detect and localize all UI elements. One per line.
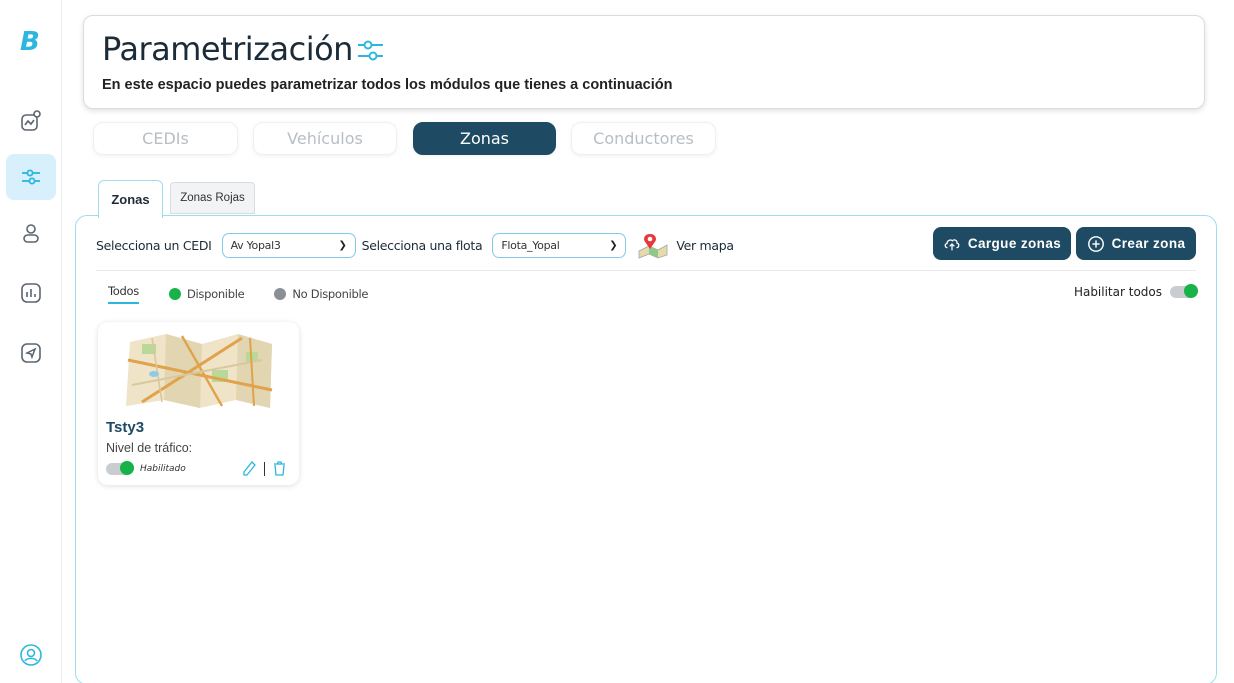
- gray-dot-icon: [274, 288, 287, 300]
- cedi-select-value: Av Yopal3: [230, 238, 281, 252]
- tab-zonas[interactable]: Zonas: [413, 122, 556, 155]
- sidebar-item-dispatch[interactable]: [6, 330, 56, 376]
- separator: [264, 461, 265, 476]
- cedi-label: Selecciona un CEDI: [96, 237, 212, 253]
- tab-cedis[interactable]: CEDIs: [93, 122, 238, 155]
- view-map-link[interactable]: Ver mapa: [676, 238, 734, 253]
- tab-conductores[interactable]: Conductores: [571, 122, 716, 155]
- send-icon: [21, 343, 41, 363]
- sidebar-profile[interactable]: [6, 632, 56, 678]
- map-pin-icon[interactable]: [636, 231, 670, 259]
- plus-circle-icon: [1087, 235, 1104, 252]
- header-card: Parametrización En este espacio puedes p…: [83, 15, 1205, 109]
- cedi-select[interactable]: Av Yopal3 ❯: [221, 232, 356, 258]
- report-chart-icon: [21, 283, 41, 303]
- profile-icon: [20, 644, 42, 666]
- zones-panel: Selecciona un CEDI Av Yopal3 ❯ Seleccion…: [75, 215, 1217, 683]
- upload-zones-button[interactable]: Cargue zonas: [933, 227, 1071, 260]
- fleet-select[interactable]: Flota_Yopal ❯: [492, 232, 627, 258]
- trash-icon[interactable]: [272, 460, 287, 477]
- zone-enabled-toggle[interactable]: [106, 461, 134, 475]
- filter-available-label: Disponible: [186, 287, 245, 301]
- filter-unavailable[interactable]: No Disponible: [274, 287, 369, 301]
- folded-map-image: [126, 334, 273, 408]
- filter-unavailable-label: No Disponible: [292, 287, 369, 301]
- subtab-zonas[interactable]: Zonas: [98, 180, 163, 218]
- sidebar: B: [0, 0, 62, 683]
- sliders-icon: [358, 40, 383, 61]
- zone-status-label: Habilitado: [140, 464, 186, 474]
- sidebar-item-analytics[interactable]: [6, 98, 56, 144]
- enable-all-toggle[interactable]: [1170, 284, 1198, 298]
- enable-all-label: Habilitar todos: [1073, 285, 1162, 299]
- status-filter: Todos Disponible No Disponible: [108, 284, 398, 304]
- green-dot-icon: [168, 288, 181, 300]
- sidebar-item-users[interactable]: [6, 210, 56, 256]
- cloud-upload-icon: [944, 238, 960, 250]
- fleet-select-value: Flota_Yopal: [501, 238, 560, 252]
- app-logo[interactable]: B: [20, 27, 40, 57]
- filter-row: Selecciona un CEDI Av Yopal3 ❯ Seleccion…: [96, 231, 734, 259]
- zone-name: Tsty3: [106, 419, 145, 436]
- sliders-icon: [22, 169, 40, 185]
- page-title: Parametrización: [102, 30, 353, 68]
- page-subtitle: En este espacio puedes parametrizar todo…: [102, 77, 673, 93]
- upload-zones-label: Cargue zonas: [967, 236, 1062, 251]
- chevron-down-icon: ❯: [609, 239, 618, 251]
- zone-status: Habilitado: [106, 461, 186, 475]
- divider: [96, 270, 1196, 271]
- tab-vehiculos[interactable]: Vehículos: [253, 122, 397, 155]
- enable-all: Habilitar todos: [1073, 284, 1198, 299]
- user-icon: [23, 224, 39, 243]
- sidebar-item-reports[interactable]: [6, 270, 56, 316]
- chevron-down-icon: ❯: [338, 239, 347, 251]
- create-zone-label: Crear zona: [1111, 236, 1186, 251]
- filter-all[interactable]: Todos: [108, 284, 139, 304]
- zone-card-actions: [242, 460, 287, 477]
- analytics-icon: [21, 110, 41, 131]
- edit-pencil-icon[interactable]: [242, 460, 257, 477]
- subtab-zonas-rojas[interactable]: Zonas Rojas: [170, 182, 255, 214]
- zone-traffic-label: Nivel de tráfico:: [106, 441, 193, 455]
- fleet-label: Selecciona una flota: [361, 237, 483, 253]
- filter-available[interactable]: Disponible: [168, 287, 245, 301]
- create-zone-button[interactable]: Crear zona: [1076, 227, 1196, 260]
- zone-card[interactable]: Tsty3 Nivel de tráfico: Habilitado: [98, 322, 299, 485]
- sidebar-item-parametrization[interactable]: [6, 154, 56, 200]
